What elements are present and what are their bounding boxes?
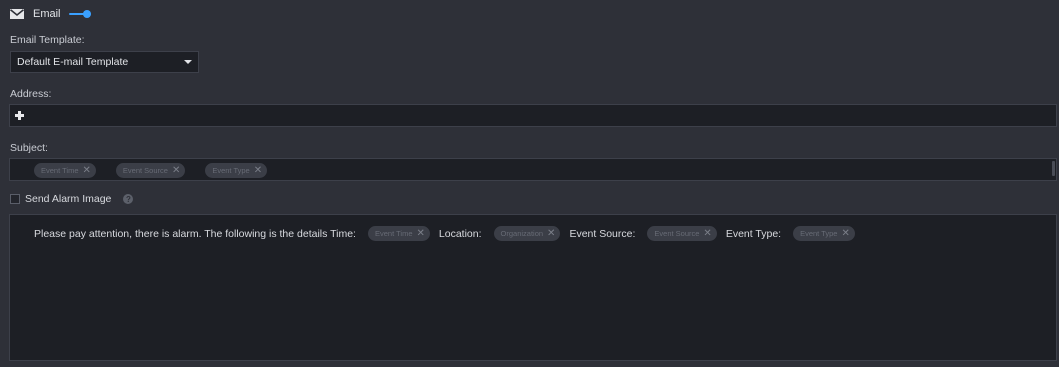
body-tag-event-time: Event Time ✕ <box>367 226 430 241</box>
tag-label: Event Type <box>800 229 838 238</box>
send-alarm-image-row: Send Alarm Image ? <box>10 193 134 205</box>
email-header: Email <box>10 6 91 22</box>
remove-tag-icon[interactable]: ✕ <box>83 165 91 176</box>
remove-tag-icon[interactable]: ✕ <box>703 228 711 239</box>
subject-tag-event-time: Event Time ✕ <box>34 163 96 178</box>
body-event-source-label: Event Source: <box>569 227 636 240</box>
body-tag-event-source: Event Source ✕ <box>647 226 717 241</box>
subject-field[interactable]: Event Time ✕ Event Source ✕ Event Type ✕ <box>9 158 1057 181</box>
remove-tag-icon[interactable]: ✕ <box>254 165 262 176</box>
remove-tag-icon[interactable]: ✕ <box>841 228 849 239</box>
subject-label: Subject: <box>10 142 48 154</box>
send-alarm-image-checkbox[interactable] <box>10 194 20 204</box>
tag-label: Event Source <box>122 166 168 175</box>
body-event-type-label: Event Type: <box>725 227 782 240</box>
body-location-label: Location: <box>438 227 482 240</box>
remove-tag-icon[interactable]: ✕ <box>172 165 180 176</box>
tag-label: Event Source <box>654 229 700 238</box>
tag-label: Organization <box>500 229 544 238</box>
scrollbar[interactable] <box>1052 161 1055 176</box>
email-toggle[interactable] <box>68 9 91 19</box>
remove-tag-icon[interactable]: ✕ <box>417 228 425 239</box>
tag-label: Event Type <box>212 166 250 175</box>
email-template-value: Default E-mail Template <box>17 56 129 68</box>
email-label: Email <box>33 8 61 20</box>
toggle-knob <box>82 10 91 18</box>
mail-icon <box>10 9 24 19</box>
body-tag-organization: Organization ✕ <box>493 226 561 241</box>
email-template-select[interactable]: Default E-mail Template <box>10 51 199 73</box>
tag-label: Event Time <box>41 166 79 175</box>
subject-tag-event-source: Event Source ✕ <box>115 163 186 178</box>
address-field[interactable] <box>9 104 1057 127</box>
tag-label: Event Time <box>374 229 413 238</box>
email-template-label: Email Template: <box>10 34 85 46</box>
body-intro-text: Please pay attention, there is alarm. Th… <box>34 227 356 240</box>
help-icon[interactable]: ? <box>123 194 134 204</box>
email-body-editor[interactable]: Please pay attention, there is alarm. Th… <box>9 214 1057 361</box>
subject-tag-event-type: Event Type ✕ <box>205 163 268 178</box>
address-label: Address: <box>10 88 52 100</box>
chevron-down-icon <box>184 60 192 64</box>
add-address-icon[interactable] <box>15 111 24 120</box>
send-alarm-image-label: Send Alarm Image <box>25 193 112 205</box>
remove-tag-icon[interactable]: ✕ <box>547 228 555 239</box>
body-tag-event-type: Event Type ✕ <box>793 226 855 241</box>
